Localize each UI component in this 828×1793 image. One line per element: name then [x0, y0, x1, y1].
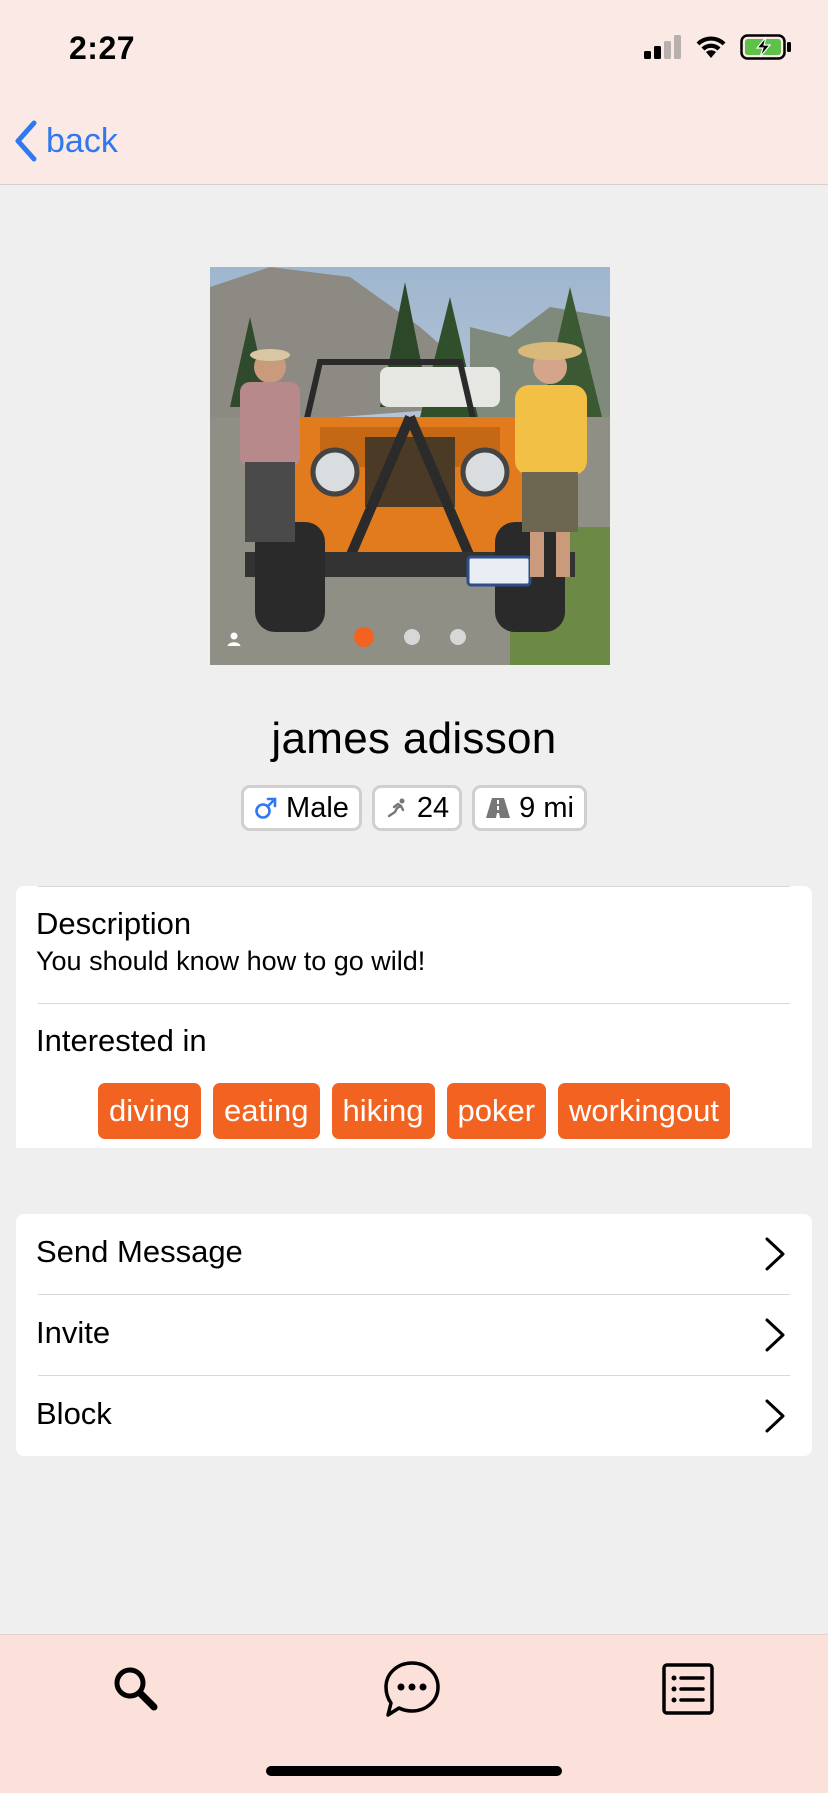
chevron-right-icon: [765, 1318, 785, 1352]
chevron-left-icon: [15, 120, 37, 162]
interest-tag[interactable]: workingout: [558, 1083, 730, 1139]
invite-button[interactable]: Invite: [16, 1295, 812, 1375]
carousel-dots: [210, 627, 610, 647]
chevron-right-icon: [765, 1237, 785, 1271]
description-label: Description: [36, 906, 192, 941]
signal-icon: [644, 35, 681, 59]
interest-tag[interactable]: diving: [98, 1083, 202, 1139]
distance-badge: 9 mi: [472, 785, 587, 831]
nav-bar: back: [0, 100, 828, 185]
list-icon[interactable]: [658, 1659, 718, 1719]
gender-badge: Male: [241, 785, 362, 831]
divider: [38, 886, 790, 887]
carousel-dot-active[interactable]: [354, 627, 374, 647]
send-message-button[interactable]: Send Message: [16, 1214, 812, 1294]
interest-tag[interactable]: hiking: [331, 1083, 435, 1139]
send-message-label: Send Message: [36, 1234, 243, 1269]
block-button[interactable]: Block: [16, 1376, 812, 1456]
actions-card: Send Message Invite Block: [16, 1214, 812, 1456]
interest-tags: diving eating hiking poker workingout: [16, 1083, 812, 1139]
home-indicator[interactable]: [266, 1766, 562, 1776]
back-button[interactable]: back: [14, 118, 118, 164]
wifi-icon: [696, 36, 726, 58]
age-badge: 24: [371, 785, 463, 831]
carousel-dot[interactable]: [404, 629, 420, 645]
profile-name: james adisson: [271, 714, 557, 763]
interest-tag[interactable]: poker: [446, 1083, 547, 1139]
gender-value: Male: [286, 791, 349, 824]
distance-value: 9 mi: [519, 791, 574, 824]
profile-photo: [210, 267, 610, 665]
divider: [38, 1003, 790, 1004]
battery-charging-icon: [740, 34, 791, 60]
male-icon: [255, 797, 277, 819]
back-label: back: [46, 121, 118, 160]
status-icons: [644, 34, 792, 60]
runner-icon: [387, 798, 405, 818]
profile-badges: Male 24 9 mi: [0, 785, 828, 831]
description-text: You should know how to go wild!: [36, 946, 426, 976]
search-icon[interactable]: [106, 1659, 166, 1719]
interests-label: Interested in: [36, 1023, 207, 1058]
status-time: 2:27: [69, 30, 136, 66]
carousel-dot[interactable]: [450, 629, 466, 645]
profile-photo-carousel[interactable]: [210, 267, 610, 665]
invite-label: Invite: [36, 1315, 111, 1350]
chevron-right-icon: [765, 1399, 785, 1433]
age-value: 24: [416, 791, 450, 824]
status-bar: 2:27: [0, 0, 828, 100]
road-icon: [486, 798, 511, 818]
interest-tag[interactable]: eating: [213, 1083, 320, 1139]
chat-bubble-icon[interactable]: [382, 1659, 442, 1719]
block-label: Block: [36, 1396, 112, 1431]
details-card: Description You should know how to go wi…: [16, 886, 812, 1148]
